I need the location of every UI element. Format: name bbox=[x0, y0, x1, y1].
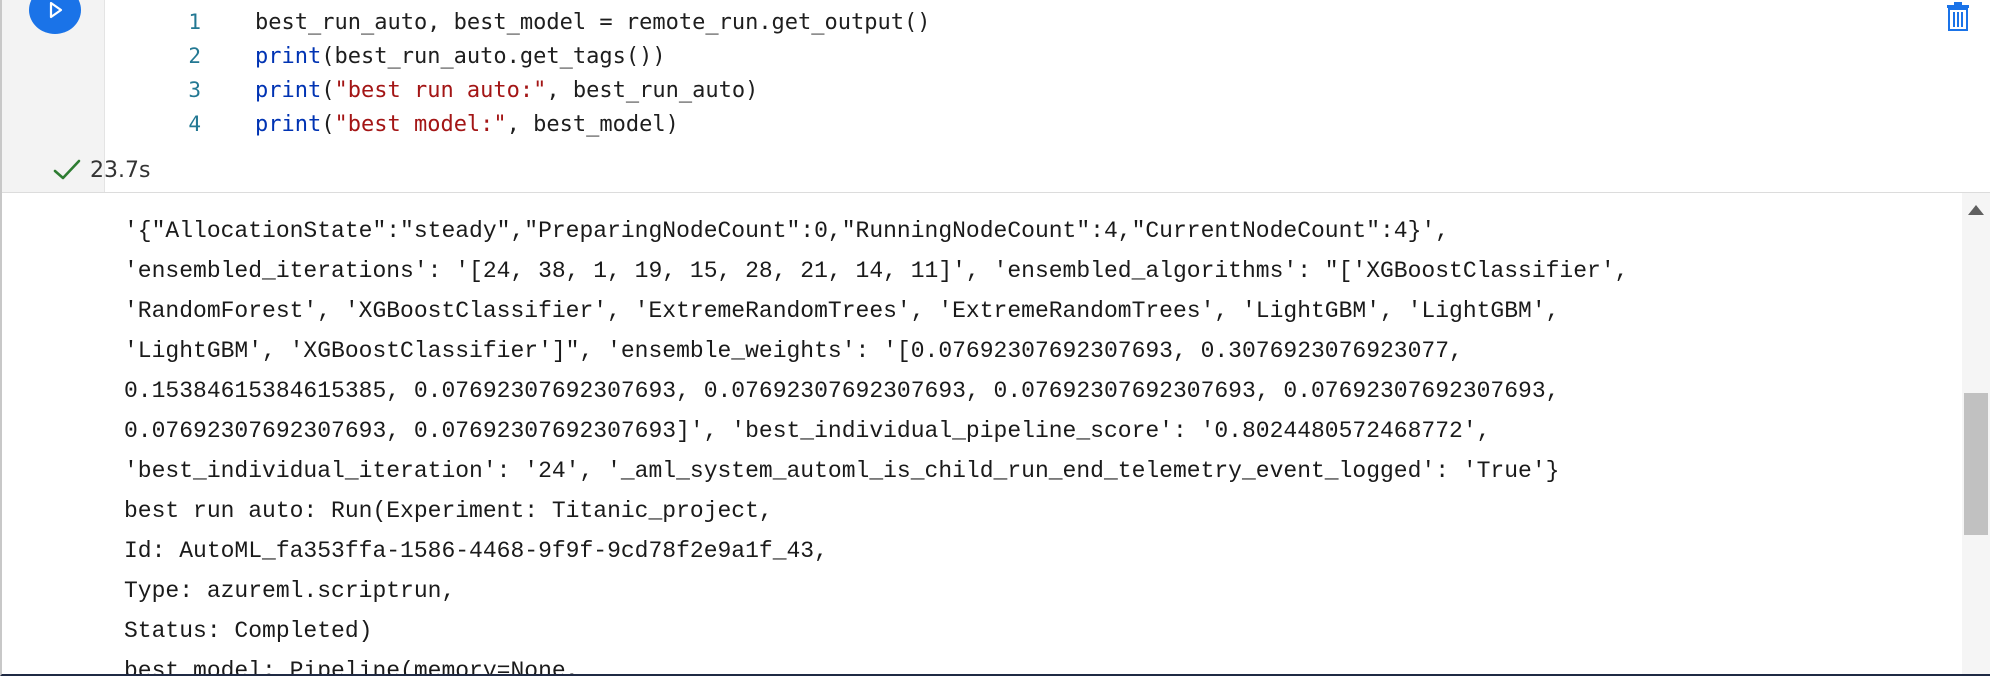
line-number: 1 bbox=[188, 10, 201, 34]
line-number: 3 bbox=[188, 78, 201, 102]
checkmark-icon bbox=[53, 159, 81, 180]
execution-duration: 23.7s bbox=[90, 157, 151, 183]
code-text: ( bbox=[321, 111, 335, 137]
output-line: Status: Completed) bbox=[124, 618, 373, 644]
output-scrollbar[interactable] bbox=[1962, 193, 1990, 674]
output-line: Id: AutoML_fa353ffa-1586-4468-9f9f-9cd78… bbox=[124, 538, 828, 564]
code-keyword: print bbox=[255, 111, 322, 137]
output-line: 0.07692307692307693, 0.07692307692307693… bbox=[124, 418, 1491, 444]
play-icon bbox=[49, 1, 63, 19]
code-text: , best_run_auto) bbox=[546, 77, 759, 103]
code-text: (best_run_auto.get_tags()) bbox=[321, 43, 666, 69]
run-cell-button[interactable] bbox=[29, 0, 81, 34]
code-line: 1 best_run_auto, best_model = remote_run.… bbox=[105, 5, 931, 39]
code-text: ( bbox=[321, 77, 335, 103]
code-keyword: print bbox=[255, 43, 322, 69]
output-line: 'ensembled_iterations': '[24, 38, 1, 19,… bbox=[124, 258, 1629, 284]
cell-output: '{"AllocationState":"steady","PreparingN… bbox=[2, 193, 1964, 674]
output-line: best model: Pipeline(memory=None, bbox=[124, 658, 580, 674]
code-string: "best model:" bbox=[334, 111, 507, 137]
line-number: 2 bbox=[188, 44, 201, 68]
output-line: Type: azureml.scriptrun, bbox=[124, 578, 456, 604]
output-line: 'RandomForest', 'XGBoostClassifier', 'Ex… bbox=[124, 298, 1560, 324]
code-line: 4 print("best model:", best_model) bbox=[105, 107, 679, 141]
code-line: 2 print (best_run_auto.get_tags()) bbox=[105, 39, 666, 73]
trash-icon[interactable] bbox=[1944, 2, 1972, 32]
code-string: "best run auto:" bbox=[334, 77, 547, 103]
scroll-up-arrow-icon[interactable] bbox=[1968, 205, 1984, 215]
scrollbar-thumb[interactable] bbox=[1964, 393, 1988, 535]
code-line: 3 print("best run auto:", best_run_auto) bbox=[105, 73, 758, 107]
code-keyword: print bbox=[255, 77, 322, 103]
code-text: best_run_auto, best_model = remote_run.g… bbox=[255, 9, 931, 35]
notebook-cell: 1 best_run_auto, best_model = remote_run.… bbox=[0, 0, 1990, 676]
line-number: 4 bbox=[188, 112, 201, 136]
execution-status: 23.7s bbox=[52, 150, 150, 190]
output-line: 'best_individual_iteration': '24', '_aml… bbox=[124, 458, 1560, 484]
output-line: 'LightGBM', 'XGBoostClassifier']", 'ense… bbox=[124, 338, 1463, 364]
code-text: , best_model) bbox=[506, 111, 679, 137]
code-editor[interactable]: 1 best_run_auto, best_model = remote_run.… bbox=[105, 0, 1990, 192]
output-line: '{"AllocationState":"steady","PreparingN… bbox=[124, 218, 1450, 244]
output-line: best run auto: Run(Experiment: Titanic_p… bbox=[124, 498, 773, 524]
output-line: 0.15384615384615385, 0.07692307692307693… bbox=[124, 378, 1560, 404]
